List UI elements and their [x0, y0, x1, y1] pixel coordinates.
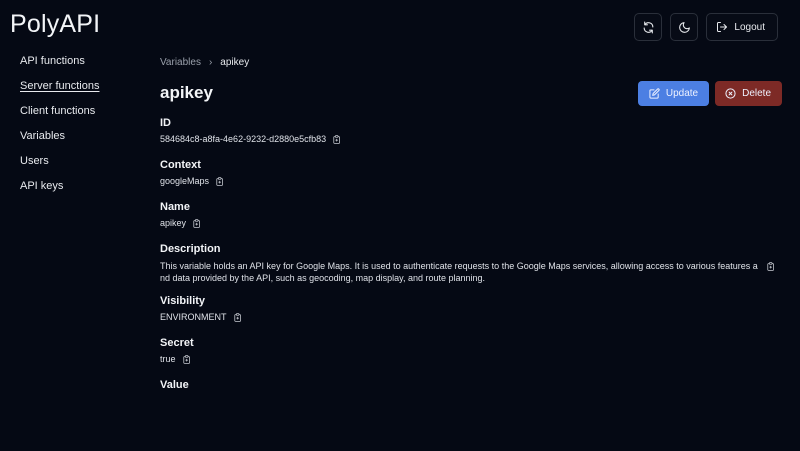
logout-label: Logout [734, 21, 765, 33]
copy-icon[interactable] [193, 219, 201, 228]
sidebar-item-client-functions[interactable]: Client functions [20, 104, 140, 118]
action-buttons: Update Delete [637, 80, 782, 106]
main-content: Variables › apikey apikey Update Delete [160, 56, 782, 392]
field-value-id: 584684c8-a8fa-4e62-9232-d2880e5cfb83 [160, 134, 327, 144]
breadcrumb-current: apikey [220, 56, 250, 68]
field-label-name: Name [160, 201, 190, 213]
field-label-value: Value [160, 379, 189, 391]
field-label-description: Description [160, 243, 221, 255]
field-value-row-visibility: ENVIRONMENT [160, 312, 780, 323]
refresh-button[interactable] [634, 13, 663, 41]
refresh-icon [643, 21, 654, 33]
delete-label: Delete [742, 87, 771, 99]
theme-toggle-button[interactable] [670, 13, 699, 41]
app-title: PolyAPI [10, 10, 101, 38]
field-id: ID 584684c8-a8fa-4e62-9232-d2880e5cfb83 [160, 117, 780, 145]
field-value-description: This variable holds an API key for Googl… [160, 261, 758, 283]
field-label-context: Context [160, 159, 201, 171]
copy-icon[interactable] [767, 262, 775, 271]
update-label: Update [665, 87, 699, 99]
logout-button[interactable]: Logout [706, 13, 778, 41]
title-row: apikey Update Delete [160, 80, 782, 106]
sidebar: API functions Server functions Client fu… [20, 54, 140, 204]
copy-icon[interactable] [233, 313, 242, 322]
field-label-secret: Secret [160, 337, 194, 349]
field-value-row-context: googleMaps [160, 176, 780, 187]
moon-icon [679, 21, 690, 33]
field-value-context: googleMaps [160, 176, 210, 186]
top-actions: Logout [634, 13, 778, 41]
field-label-id: ID [160, 117, 171, 129]
update-button[interactable]: Update [637, 80, 710, 106]
breadcrumb: Variables › apikey [160, 56, 780, 68]
breadcrumb-variables-link[interactable]: Variables [160, 57, 201, 68]
field-value-row-name: apikey [160, 218, 780, 229]
field-value-name: apikey [160, 218, 187, 228]
field-value-visibility: ENVIRONMENT [160, 312, 227, 322]
field-value-secret: true [160, 354, 176, 364]
field-visibility: Visibility ENVIRONMENT [160, 295, 780, 323]
copy-icon[interactable] [333, 135, 341, 144]
field-value-row-id: 584684c8-a8fa-4e62-9232-d2880e5cfb83 [160, 134, 780, 145]
field-label-visibility: Visibility [160, 295, 206, 307]
copy-icon[interactable] [182, 355, 191, 364]
copy-icon[interactable] [216, 177, 224, 186]
x-circle-icon [725, 87, 736, 99]
sidebar-item-api-functions[interactable]: API functions [20, 54, 140, 68]
field-description: Description This variable holds an API k… [160, 243, 780, 284]
sidebar-item-users[interactable]: Users [20, 154, 140, 168]
field-secret: Secret true [160, 337, 780, 365]
field-name: Name apikey [160, 201, 780, 229]
edit-icon [649, 87, 660, 99]
sidebar-item-variables[interactable]: Variables [20, 129, 140, 143]
field-value-row-secret: true [160, 354, 780, 365]
sidebar-item-server-functions[interactable]: Server functions [20, 79, 140, 93]
page-title: apikey [160, 83, 213, 102]
field-value: Value [160, 379, 780, 392]
breadcrumb-separator: › [208, 56, 213, 68]
field-value-row-description: This variable holds an API key for Googl… [160, 260, 780, 284]
sidebar-item-api-keys[interactable]: API keys [20, 179, 140, 193]
delete-button[interactable]: Delete [715, 80, 782, 106]
logout-icon [717, 22, 728, 32]
field-context: Context googleMaps [160, 159, 780, 187]
